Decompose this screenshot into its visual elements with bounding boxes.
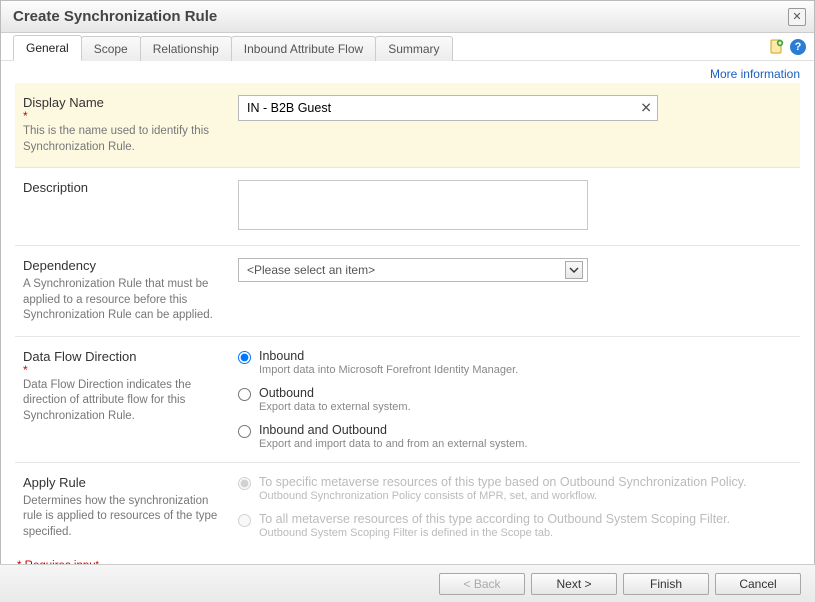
- tab-inbound-attribute-flow[interactable]: Inbound Attribute Flow: [231, 36, 376, 61]
- wizard-footer: < Back Next > Finish Cancel: [0, 564, 815, 602]
- tab-general[interactable]: General: [13, 35, 82, 61]
- radio-inbound[interactable]: Inbound Import data into Microsoft Foref…: [238, 349, 792, 376]
- section-data-flow: Data Flow Direction * Data Flow Directio…: [15, 337, 800, 463]
- radio-inbound-label: Inbound: [259, 349, 518, 363]
- help-icon[interactable]: ?: [790, 39, 806, 55]
- section-display-name: Display Name * This is the name used to …: [15, 83, 800, 168]
- radio-both-input[interactable]: [238, 425, 251, 438]
- tab-scope[interactable]: Scope: [81, 36, 141, 61]
- finish-button[interactable]: Finish: [623, 573, 709, 595]
- titlebar: Create Synchronization Rule ✕: [1, 1, 814, 33]
- required-marker: *: [23, 112, 220, 120]
- section-dependency: Dependency A Synchronization Rule that m…: [15, 246, 800, 337]
- radio-inbound-help: Import data into Microsoft Forefront Ide…: [259, 364, 518, 376]
- dependency-label: Dependency: [23, 258, 220, 273]
- new-note-icon[interactable]: [768, 39, 784, 55]
- section-apply-rule: Apply Rule Determines how the synchroniz…: [15, 463, 800, 553]
- window-title: Create Synchronization Rule: [13, 8, 217, 25]
- section-description: Description: [15, 168, 800, 246]
- dataflow-label: Data Flow Direction: [23, 349, 220, 364]
- radio-outbound-help: Export data to external system.: [259, 401, 411, 413]
- dependency-placeholder: <Please select an item>: [247, 263, 375, 277]
- radio-outbound[interactable]: Outbound Export data to external system.: [238, 386, 792, 413]
- dependency-select[interactable]: <Please select an item>: [238, 258, 588, 282]
- radio-inbound-input[interactable]: [238, 351, 251, 364]
- radio-outbound-input[interactable]: [238, 388, 251, 401]
- radio-policy-help: Outbound Synchronization Policy consists…: [259, 490, 747, 502]
- description-input[interactable]: [238, 180, 588, 230]
- more-information-link[interactable]: More information: [710, 67, 800, 81]
- back-button: < Back: [439, 573, 525, 595]
- tab-relationship[interactable]: Relationship: [140, 36, 232, 61]
- radio-filter-label: To all metaverse resources of this type …: [259, 512, 730, 526]
- dependency-help: A Synchronization Rule that must be appl…: [23, 277, 220, 324]
- chevron-down-icon: [565, 261, 583, 279]
- dataflow-help: Data Flow Direction indicates the direct…: [23, 378, 220, 425]
- description-label: Description: [23, 180, 220, 195]
- display-name-label: Display Name: [23, 95, 220, 110]
- applyrule-help: Determines how the synchronization rule …: [23, 494, 220, 541]
- radio-outbound-label: Outbound: [259, 386, 411, 400]
- radio-policy-input: [238, 477, 251, 490]
- radio-filter: To all metaverse resources of this type …: [238, 512, 792, 539]
- radio-both[interactable]: Inbound and Outbound Export and import d…: [238, 423, 792, 450]
- radio-policy: To specific metaverse resources of this …: [238, 475, 792, 502]
- clear-input-icon[interactable]: ✕: [640, 100, 652, 117]
- next-button[interactable]: Next >: [531, 573, 617, 595]
- radio-filter-help: Outbound System Scoping Filter is define…: [259, 527, 730, 539]
- radio-both-label: Inbound and Outbound: [259, 423, 527, 437]
- tab-bar: General Scope Relationship Inbound Attri…: [1, 33, 814, 61]
- display-name-help: This is the name used to identify this S…: [23, 124, 220, 155]
- radio-filter-input: [238, 514, 251, 527]
- radio-policy-label: To specific metaverse resources of this …: [259, 475, 747, 489]
- tab-summary[interactable]: Summary: [375, 36, 452, 61]
- close-button[interactable]: ✕: [788, 8, 806, 26]
- close-icon: ✕: [792, 10, 801, 23]
- cancel-button[interactable]: Cancel: [715, 573, 801, 595]
- radio-both-help: Export and import data to and from an ex…: [259, 438, 527, 450]
- display-name-input[interactable]: [238, 95, 658, 121]
- required-marker: *: [23, 366, 220, 374]
- content-area: Display Name * This is the name used to …: [1, 83, 814, 552]
- applyrule-label: Apply Rule: [23, 475, 220, 490]
